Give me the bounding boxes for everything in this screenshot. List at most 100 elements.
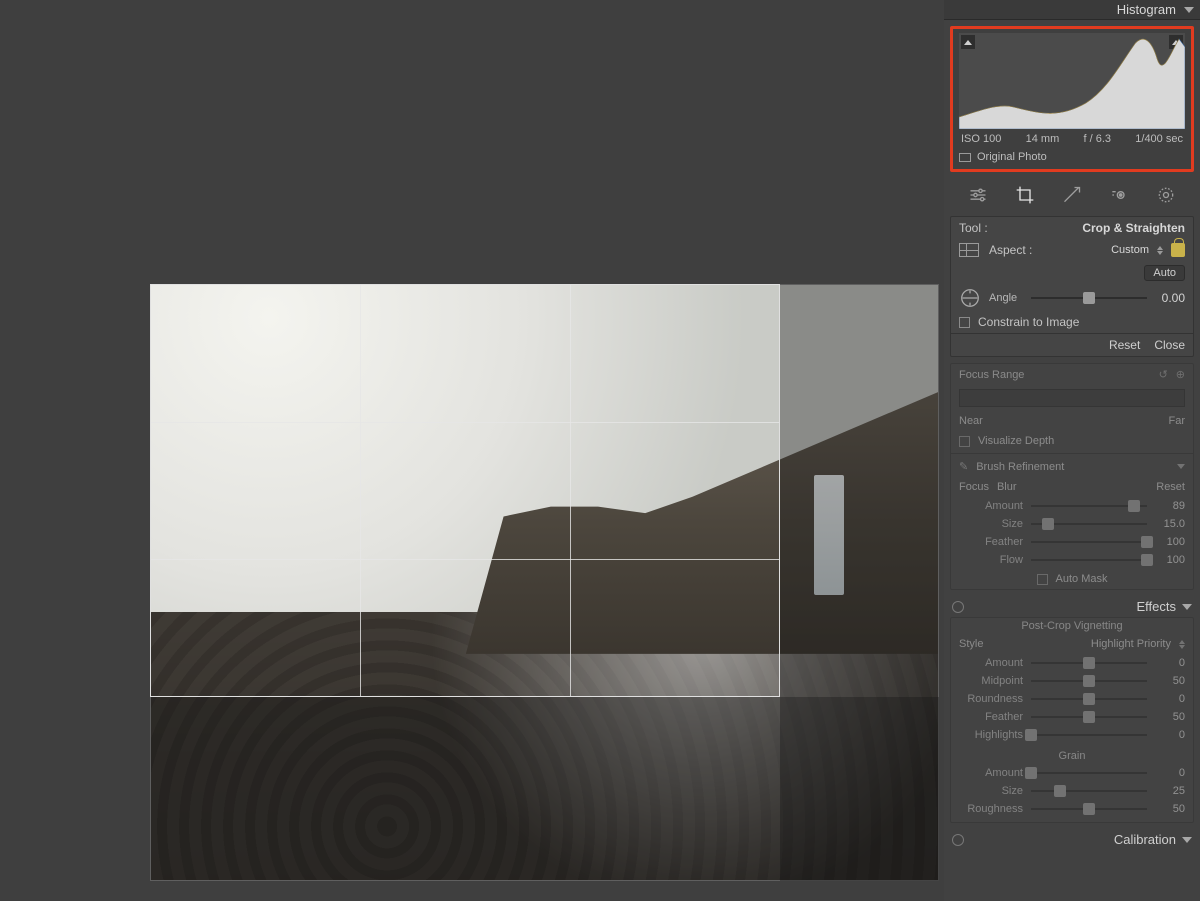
brush-blur-tab[interactable]: Blur: [997, 481, 1017, 493]
lens-blur-panel: Focus Range ↺ ⊕ NearFar Visualize Depth …: [950, 363, 1194, 590]
histogram[interactable]: [959, 33, 1185, 129]
lb-flow-label: Flow: [959, 554, 1023, 566]
collapse-icon[interactable]: [1184, 7, 1194, 13]
edit-sliders-tool-icon[interactable]: [967, 184, 989, 206]
grain-title: Grain: [951, 748, 1193, 764]
aspect-value[interactable]: Custom: [1111, 244, 1149, 256]
g-amount-slider[interactable]: [1031, 766, 1147, 780]
lb-feather-slider[interactable]: [1031, 535, 1147, 549]
v-amount-slider[interactable]: [1031, 656, 1147, 670]
effects-header[interactable]: Effects: [944, 596, 1200, 617]
focus-range-label: Focus Range: [959, 369, 1024, 381]
original-photo-label: Original Photo: [977, 151, 1047, 163]
angle-slider[interactable]: [1031, 291, 1147, 305]
auto-mask-checkbox[interactable]: [1037, 574, 1048, 585]
lb-amount-value[interactable]: 89: [1155, 500, 1185, 512]
effects-visibility-icon[interactable]: [952, 601, 964, 613]
constrain-checkbox[interactable]: [959, 317, 970, 328]
crop-grid-line: [360, 285, 361, 696]
brush-reset-button[interactable]: Reset: [1156, 481, 1185, 493]
lb-flow-slider[interactable]: [1031, 553, 1147, 567]
calibration-visibility-icon[interactable]: [952, 834, 964, 846]
crop-panel: Tool : Crop & Straighten Aspect : Custom…: [950, 216, 1194, 357]
v-highlights-slider[interactable]: [1031, 728, 1147, 742]
masking-tool-icon[interactable]: [1155, 184, 1177, 206]
app-root: Histogram ISO 100 14 mm f / 6.3 1/400 se…: [0, 0, 1200, 901]
brush-refinement-collapse-icon[interactable]: [1177, 464, 1185, 469]
aspect-menu-icon[interactable]: [1157, 246, 1163, 255]
histogram-header[interactable]: Histogram: [944, 0, 1200, 20]
v-amount-label: Amount: [959, 657, 1023, 669]
aspect-lock-icon[interactable]: [1171, 243, 1185, 257]
crop-grid-line: [570, 285, 571, 696]
redeye-tool-icon[interactable]: [1108, 184, 1130, 206]
v-roundness-slider[interactable]: [1031, 692, 1147, 706]
visualize-depth-checkbox[interactable]: [959, 436, 970, 447]
angle-auto-button[interactable]: Auto: [1144, 265, 1185, 281]
aspect-icon[interactable]: [959, 243, 979, 257]
restore-icon[interactable]: ↺: [1159, 368, 1168, 381]
effects-title: Effects: [1136, 599, 1176, 614]
exif-aperture: f / 6.3: [1083, 133, 1111, 145]
v-highlights-value[interactable]: 0: [1155, 729, 1185, 741]
constrain-label: Constrain to Image: [978, 315, 1079, 329]
g-size-label: Size: [959, 785, 1023, 797]
crop-reset-button[interactable]: Reset: [1109, 338, 1140, 352]
crop-grid-line: [151, 422, 779, 423]
canvas-area[interactable]: [0, 0, 944, 901]
brush-focus-tab[interactable]: Focus: [959, 481, 989, 493]
angle-value[interactable]: 0.00: [1155, 291, 1185, 305]
lb-amount-label: Amount: [959, 500, 1023, 512]
v-feather-label: Feather: [959, 711, 1023, 723]
angle-level-icon[interactable]: [959, 287, 981, 309]
vignette-style-label: Style: [959, 638, 983, 650]
v-midpoint-value[interactable]: 50: [1155, 675, 1185, 687]
g-amount-value[interactable]: 0: [1155, 767, 1185, 779]
lb-size-value[interactable]: 15.0: [1155, 518, 1185, 530]
lb-flow-value[interactable]: 100: [1155, 554, 1185, 566]
calibration-title: Calibration: [1114, 832, 1176, 847]
exif-iso: ISO 100: [961, 133, 1001, 145]
crop-tool-icon[interactable]: [1014, 184, 1036, 206]
healing-tool-icon[interactable]: [1061, 184, 1083, 206]
v-feather-value[interactable]: 50: [1155, 711, 1185, 723]
g-amount-label: Amount: [959, 767, 1023, 779]
exif-focal: 14 mm: [1026, 133, 1060, 145]
brush-refinement-label: Brush Refinement: [976, 461, 1064, 473]
vignette-style-menu-icon[interactable]: [1179, 640, 1185, 649]
lb-feather-label: Feather: [959, 536, 1023, 548]
g-size-value[interactable]: 25: [1155, 785, 1185, 797]
crop-close-button[interactable]: Close: [1154, 338, 1185, 352]
histogram-curve: [959, 33, 1185, 129]
v-midpoint-slider[interactable]: [1031, 674, 1147, 688]
lb-size-slider[interactable]: [1031, 517, 1147, 531]
vignette-style-value[interactable]: Highlight Priority: [1091, 638, 1171, 650]
collapse-icon[interactable]: [1182, 604, 1192, 610]
effects-panel: Post-Crop Vignetting StyleHighlight Prio…: [950, 617, 1194, 823]
visualize-depth-label: Visualize Depth: [978, 435, 1054, 447]
lb-amount-slider[interactable]: [1031, 499, 1147, 513]
v-feather-slider[interactable]: [1031, 710, 1147, 724]
g-roughness-slider[interactable]: [1031, 802, 1147, 816]
auto-mask-label: Auto Mask: [1056, 573, 1108, 585]
focus-range-gradient[interactable]: [959, 389, 1185, 407]
g-roughness-value[interactable]: 50: [1155, 803, 1185, 815]
lb-feather-value[interactable]: 100: [1155, 536, 1185, 548]
crop-overlay[interactable]: [150, 284, 780, 697]
v-amount-value[interactable]: 0: [1155, 657, 1185, 669]
g-size-slider[interactable]: [1031, 784, 1147, 798]
v-midpoint-label: Midpoint: [959, 675, 1023, 687]
original-photo-row[interactable]: Original Photo: [959, 147, 1185, 163]
histogram-title: Histogram: [1117, 2, 1176, 17]
angle-label: Angle: [989, 292, 1023, 304]
v-highlights-label: Highlights: [959, 729, 1023, 741]
v-roundness-label: Roundness: [959, 693, 1023, 705]
right-panel: Histogram ISO 100 14 mm f / 6.3 1/400 se…: [944, 0, 1200, 901]
collapse-icon[interactable]: [1182, 837, 1192, 843]
toolstrip: [944, 178, 1200, 216]
target-icon[interactable]: ⊕: [1176, 368, 1185, 381]
calibration-header[interactable]: Calibration: [944, 829, 1200, 850]
v-roundness-value[interactable]: 0: [1155, 693, 1185, 705]
crop-grid-line: [151, 559, 779, 560]
far-label: Far: [1169, 415, 1186, 427]
